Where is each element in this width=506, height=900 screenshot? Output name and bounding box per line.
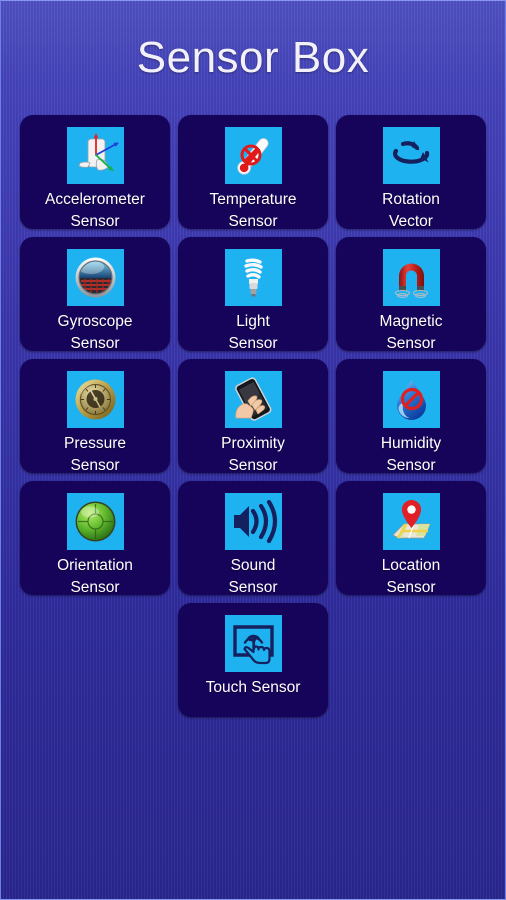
sensor-tile-accelerometer[interactable]: Accelerometer Sensor — [20, 115, 170, 229]
sensor-tile-rotation-vector[interactable]: Rotation Vector — [336, 115, 486, 229]
sensor-tile-sound[interactable]: Sound Sensor — [178, 481, 328, 595]
sensor-box-app: Sensor Box Accelerometer Sensor Temperat… — [0, 0, 506, 900]
bubble-level-icon — [66, 493, 124, 550]
sensor-tile-label: Orientation Sensor — [57, 557, 133, 595]
sensor-tile-label: Gyroscope Sensor — [57, 313, 133, 351]
sensor-tile-label: Temperature Sensor — [209, 191, 297, 229]
sensor-tile-label: Pressure Sensor — [63, 435, 127, 473]
thermometer-icon — [224, 127, 282, 184]
barometer-icon — [66, 371, 124, 428]
sensor-tile-proximity[interactable]: Proximity Sensor — [178, 359, 328, 473]
sensor-tile-label: Touch Sensor — [205, 679, 301, 696]
sensor-tile-label: Light Sensor — [228, 313, 278, 351]
speaker-waves-icon — [224, 493, 282, 550]
gyroscope-icon — [66, 249, 124, 306]
sensor-tile-label: Location Sensor — [381, 557, 441, 595]
sensor-tile-label: Proximity Sensor — [221, 435, 285, 473]
sensor-tile-magnetic[interactable]: Magnetic Sensor — [336, 237, 486, 351]
sensor-tile-touch[interactable]: Touch Sensor — [178, 603, 328, 717]
sensor-tile-orientation[interactable]: Orientation Sensor — [20, 481, 170, 595]
sensor-tile-light[interactable]: Light Sensor — [178, 237, 328, 351]
rotation-vector-icon — [382, 127, 440, 184]
sensor-tile-label: Magnetic Sensor — [379, 313, 443, 351]
horseshoe-magnet-icon — [382, 249, 440, 306]
page-title: Sensor Box — [136, 32, 370, 82]
sensor-tile-humidity[interactable]: Humidity Sensor — [336, 359, 486, 473]
sensor-tile-gyroscope[interactable]: Gyroscope Sensor — [20, 237, 170, 351]
sensor-tile-label: Humidity Sensor — [380, 435, 442, 473]
hand-holding-phone-icon — [224, 371, 282, 428]
lightbulb-icon — [224, 249, 282, 306]
touch-screen-icon — [224, 615, 282, 672]
accelerometer-icon — [66, 127, 124, 184]
sensor-tile-label: Sound Sensor — [228, 557, 278, 595]
sensor-tile-pressure[interactable]: Pressure Sensor — [20, 359, 170, 473]
water-drop-blocked-icon — [382, 371, 440, 428]
sensor-grid: Accelerometer Sensor Temperature Sensor … — [20, 115, 486, 717]
sensor-tile-label: Accelerometer Sensor — [45, 191, 145, 229]
sensor-tile-label: Rotation Vector — [382, 191, 440, 229]
title-bar: Sensor Box — [0, 0, 506, 115]
sensor-tile-temperature[interactable]: Temperature Sensor — [178, 115, 328, 229]
map-pin-icon — [382, 493, 440, 550]
sensor-tile-location[interactable]: Location Sensor — [336, 481, 486, 595]
